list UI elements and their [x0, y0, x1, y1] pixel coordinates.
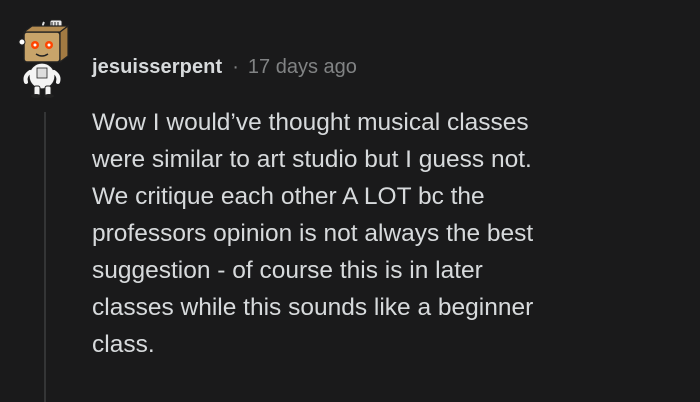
meta-separator: · — [232, 55, 239, 78]
comment: jesuisserpent · 17 days ago Wow I would’… — [0, 0, 700, 402]
comment-text-line: Wow I would’ve thought musical classes — [92, 109, 529, 136]
comment-text-line: class. — [92, 331, 155, 358]
author-username[interactable]: jesuisserpent — [92, 56, 222, 79]
snoo-avatar-icon — [18, 19, 70, 98]
comment-meta: jesuisserpent · 17 days ago — [92, 52, 357, 82]
comment-text-line: suggestion - of course this is in later — [92, 257, 483, 284]
comment-body: Wow I would’ve thought musical classes w… — [92, 104, 692, 363]
thread-line[interactable] — [44, 112, 46, 402]
comment-text-line: professors opinion is not always the bes… — [92, 220, 534, 247]
comment-text-line: were similar to art studio but I guess n… — [92, 146, 532, 173]
comment-text-line: classes while this sounds like a beginne… — [92, 294, 534, 321]
comment-text-line: We critique each other A LOT bc the — [92, 183, 485, 210]
user-avatar[interactable] — [14, 18, 72, 98]
comment-timestamp[interactable]: 17 days ago — [248, 56, 357, 79]
